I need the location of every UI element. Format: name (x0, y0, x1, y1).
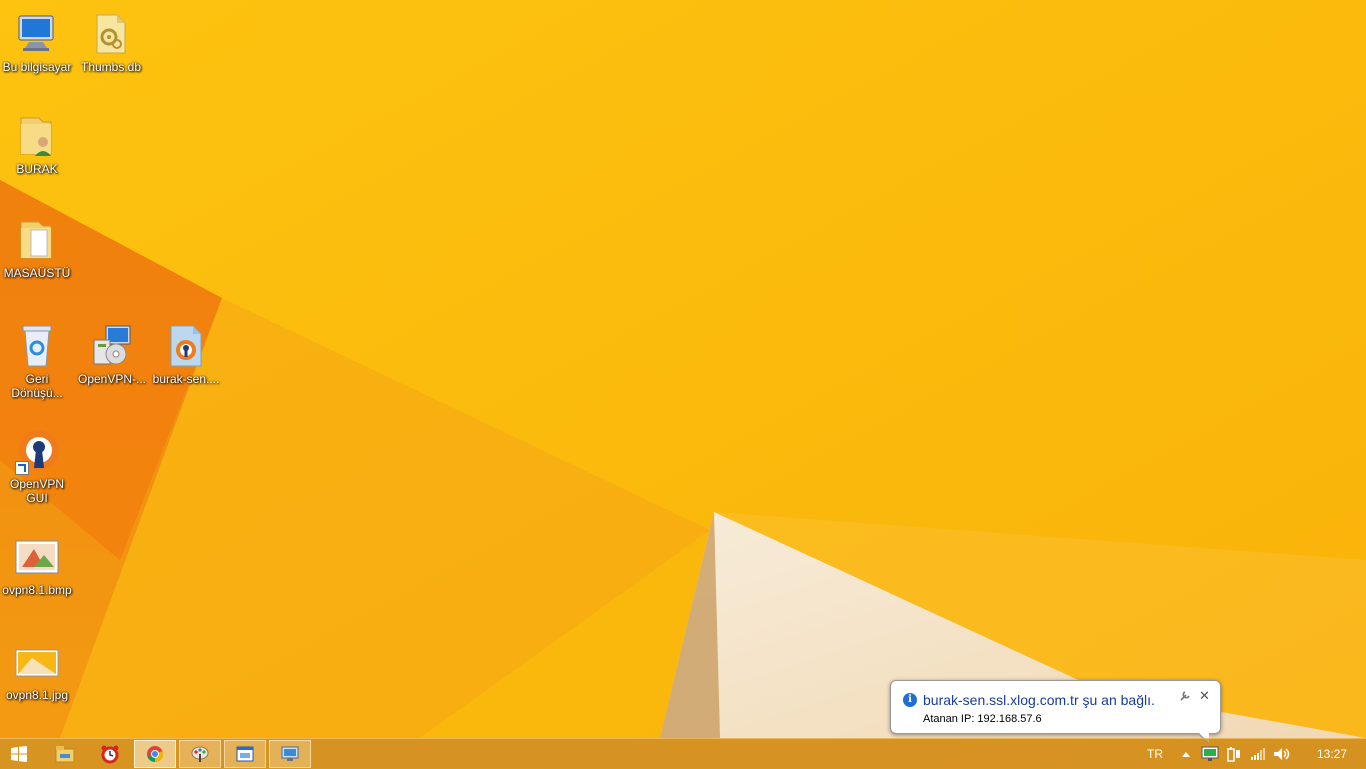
tray-clock[interactable]: 13:27 (1302, 747, 1362, 761)
network-connected-icon (1201, 746, 1219, 761)
taskbar-window-app[interactable] (224, 740, 266, 768)
signal-bars-icon (1251, 748, 1265, 760)
icon-label: OpenVPN GUI (9, 477, 65, 505)
tray-volume[interactable] (1270, 739, 1294, 769)
close-button[interactable]: ✕ (1199, 688, 1210, 704)
desktop-icon-bu-bilgisayar[interactable]: Bu bilgisayar (1, 10, 73, 74)
chrome-icon (147, 746, 164, 763)
bitmap-image-icon (15, 540, 59, 574)
speaker-icon (1274, 748, 1290, 760)
remote-desktop-icon (281, 746, 299, 761)
chevron-up-icon (1182, 752, 1190, 757)
language-indicator[interactable]: TR (1136, 747, 1174, 761)
desktop-icon-ovpn-bmp[interactable]: ovpn8.1.bmp (1, 533, 73, 597)
wrench-icon[interactable] (1179, 690, 1191, 702)
folder-icon (20, 221, 52, 259)
notification-balloon[interactable]: i burak-sen.ssl.xlog.com.tr şu an bağlı.… (890, 680, 1221, 745)
battery-plug-icon (1227, 747, 1240, 762)
user-folder-icon (20, 117, 52, 156)
tray-openvpn-connected[interactable] (1198, 739, 1222, 769)
paint-icon (191, 746, 209, 762)
desktop: Bu bilgisayar Thumbs.db BURAK MASAÜSTÜ G… (0, 0, 1366, 738)
icon-label: MASAÜSTÜ (3, 266, 71, 280)
computer-icon (18, 15, 54, 51)
taskbar: TR 13:27 (0, 738, 1366, 769)
desktop-icon-masaustu[interactable]: MASAÜSTÜ (1, 216, 73, 280)
desktop-icon-ovpn-jpg[interactable]: ovpn8.1.jpg (1, 638, 73, 702)
start-button[interactable] (0, 740, 38, 768)
info-icon: i (903, 693, 917, 707)
tray-power[interactable] (1222, 739, 1246, 769)
taskbar-alarm-clock[interactable] (89, 740, 131, 768)
system-tray: TR 13:27 (1136, 739, 1366, 769)
desktop-icon-burak[interactable]: BURAK (1, 112, 73, 176)
desktop-icon-thumbs-db[interactable]: Thumbs.db (75, 10, 147, 74)
notification-body: Atanan IP: 192.168.57.6 (923, 713, 1042, 725)
icon-label: BURAK (16, 162, 58, 176)
desktop-icon-openvpn-installer[interactable]: OpenVPN-... (76, 322, 148, 386)
taskbar-file-explorer[interactable] (44, 740, 86, 768)
icon-label: burak-sen.... (152, 372, 220, 386)
taskbar-remote-desktop[interactable] (269, 740, 311, 768)
taskbar-chrome[interactable] (134, 740, 176, 768)
taskbar-paint[interactable] (179, 740, 221, 768)
show-hidden-icons-button[interactable] (1174, 739, 1198, 769)
desktop-icon-burak-sen-config[interactable]: burak-sen.... (150, 322, 222, 386)
windows-start-icon (11, 746, 27, 762)
recycle-bin-icon (22, 325, 52, 367)
desktop-icon-geri-donusum[interactable]: Geri Dönüşü... (1, 322, 73, 400)
desktop-icon-openvpn-gui[interactable]: OpenVPN GUI (1, 427, 73, 505)
icon-label: ovpn8.1.jpg (5, 688, 69, 702)
tray-network-signal[interactable] (1246, 739, 1270, 769)
system-file-icon (96, 14, 126, 54)
file-explorer-icon (55, 746, 75, 763)
alarm-clock-icon (101, 745, 119, 764)
window-app-icon (236, 746, 254, 762)
openvpn-config-icon (170, 325, 202, 367)
jpeg-image-icon (15, 649, 59, 677)
icon-label: Geri Dönüşü... (11, 372, 63, 400)
icon-label: Thumbs.db (80, 60, 142, 74)
shortcut-arrow-icon (15, 461, 29, 475)
icon-label: OpenVPN-... (77, 372, 147, 386)
icon-label: ovpn8.1.bmp (2, 583, 72, 597)
icon-label: Bu bilgisayar (2, 60, 72, 74)
installer-icon (93, 325, 131, 365)
notification-title: burak-sen.ssl.xlog.com.tr şu an bağlı. (923, 692, 1155, 708)
